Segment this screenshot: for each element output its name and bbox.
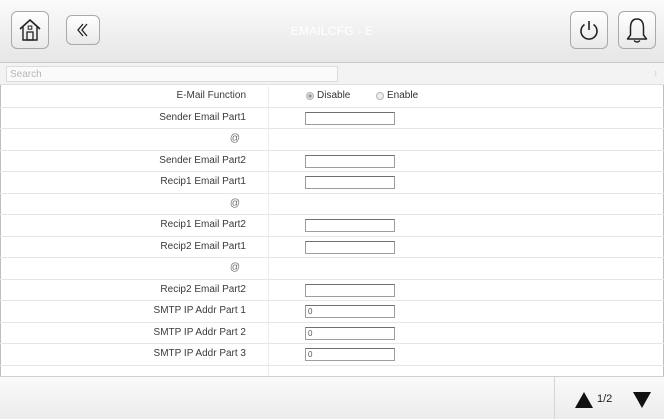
list-item: E-Mail Function Disable Enable bbox=[0, 86, 664, 108]
recip1-email-part1-field[interactable] bbox=[305, 176, 395, 189]
recip2-email-part2-field[interactable] bbox=[305, 283, 395, 297]
sender-email-part1-field[interactable] bbox=[305, 111, 395, 125]
list-item: Recip2 Email Part1 bbox=[0, 237, 664, 258]
row-label: Sender Email Part1 bbox=[159, 111, 246, 123]
power-button[interactable] bbox=[570, 11, 608, 49]
list-item: SMTP IP Addr Part 2 0 bbox=[0, 323, 664, 344]
row-label: SMTP IP Addr Part 2 bbox=[153, 326, 246, 338]
sort-icon[interactable]: ↕ bbox=[654, 68, 659, 78]
list-item: Sender Email Part2 bbox=[0, 151, 664, 172]
list-item: Recip1 Email Part2 bbox=[0, 215, 664, 237]
radio-selected-icon bbox=[306, 91, 314, 100]
radio-disable[interactable]: Disable bbox=[306, 90, 350, 101]
alarm-button[interactable] bbox=[618, 11, 656, 49]
smtp-ip-part2-field[interactable]: 0 bbox=[305, 326, 395, 340]
settings-list: E-Mail Function Disable Enable Sender Em… bbox=[0, 86, 664, 366]
list-item: SMTP IP Addr Part 1 0 bbox=[0, 301, 664, 323]
smtp-ip-part1-field[interactable]: 0 bbox=[305, 305, 395, 318]
list-item: Recip1 Email Part1 bbox=[0, 172, 664, 194]
row-label: Recip2 Email Part1 bbox=[160, 240, 246, 252]
recip2-email-part1-field[interactable] bbox=[305, 240, 395, 254]
at-separator: @ bbox=[229, 133, 241, 144]
list-item: @ bbox=[0, 258, 664, 280]
row-label: SMTP IP Addr Part 3 bbox=[153, 348, 246, 359]
row-label: E-Mail Function bbox=[176, 90, 246, 101]
at-separator: @ bbox=[229, 262, 241, 273]
row-label: SMTP IP Addr Part 1 bbox=[153, 305, 246, 316]
radio-label: Enable bbox=[387, 90, 419, 101]
page-indicator: 1/2 bbox=[597, 393, 613, 405]
search-input[interactable] bbox=[6, 66, 338, 82]
smtp-ip-part3-field[interactable]: 0 bbox=[305, 348, 395, 361]
pager: 1/2 bbox=[554, 377, 664, 419]
row-value: Disable Enable bbox=[270, 86, 664, 107]
footer-bar: 1/2 bbox=[0, 376, 664, 419]
power-icon bbox=[577, 18, 601, 42]
radio-enable[interactable]: Enable bbox=[376, 90, 418, 101]
page-title: EMAILCFG - E bbox=[290, 24, 374, 38]
list-item: Recip2 Email Part2 bbox=[0, 280, 664, 301]
list-item: Sender Email Part1 bbox=[0, 108, 664, 129]
row-label: Recip1 Email Part1 bbox=[160, 176, 246, 187]
recip1-email-part2-field[interactable] bbox=[305, 219, 395, 232]
radio-unselected-icon bbox=[376, 91, 384, 100]
header-bar: EMAILCFG - E bbox=[0, 0, 664, 63]
row-label: Recip2 Email Part2 bbox=[160, 283, 246, 295]
page-up-icon[interactable] bbox=[575, 392, 593, 408]
list-item: @ bbox=[0, 129, 664, 151]
sender-email-part2-field[interactable] bbox=[305, 154, 395, 168]
search-bar: ↕ bbox=[0, 63, 664, 85]
at-separator: @ bbox=[229, 197, 241, 209]
page-down-icon[interactable] bbox=[633, 392, 651, 408]
list-item: @ bbox=[0, 194, 664, 215]
row-label: Recip1 Email Part2 bbox=[160, 219, 246, 230]
list-item: SMTP IP Addr Part 3 0 bbox=[0, 344, 664, 366]
bell-icon bbox=[624, 16, 650, 44]
row-label: Sender Email Part2 bbox=[159, 154, 246, 166]
radio-label: Disable bbox=[317, 90, 351, 101]
